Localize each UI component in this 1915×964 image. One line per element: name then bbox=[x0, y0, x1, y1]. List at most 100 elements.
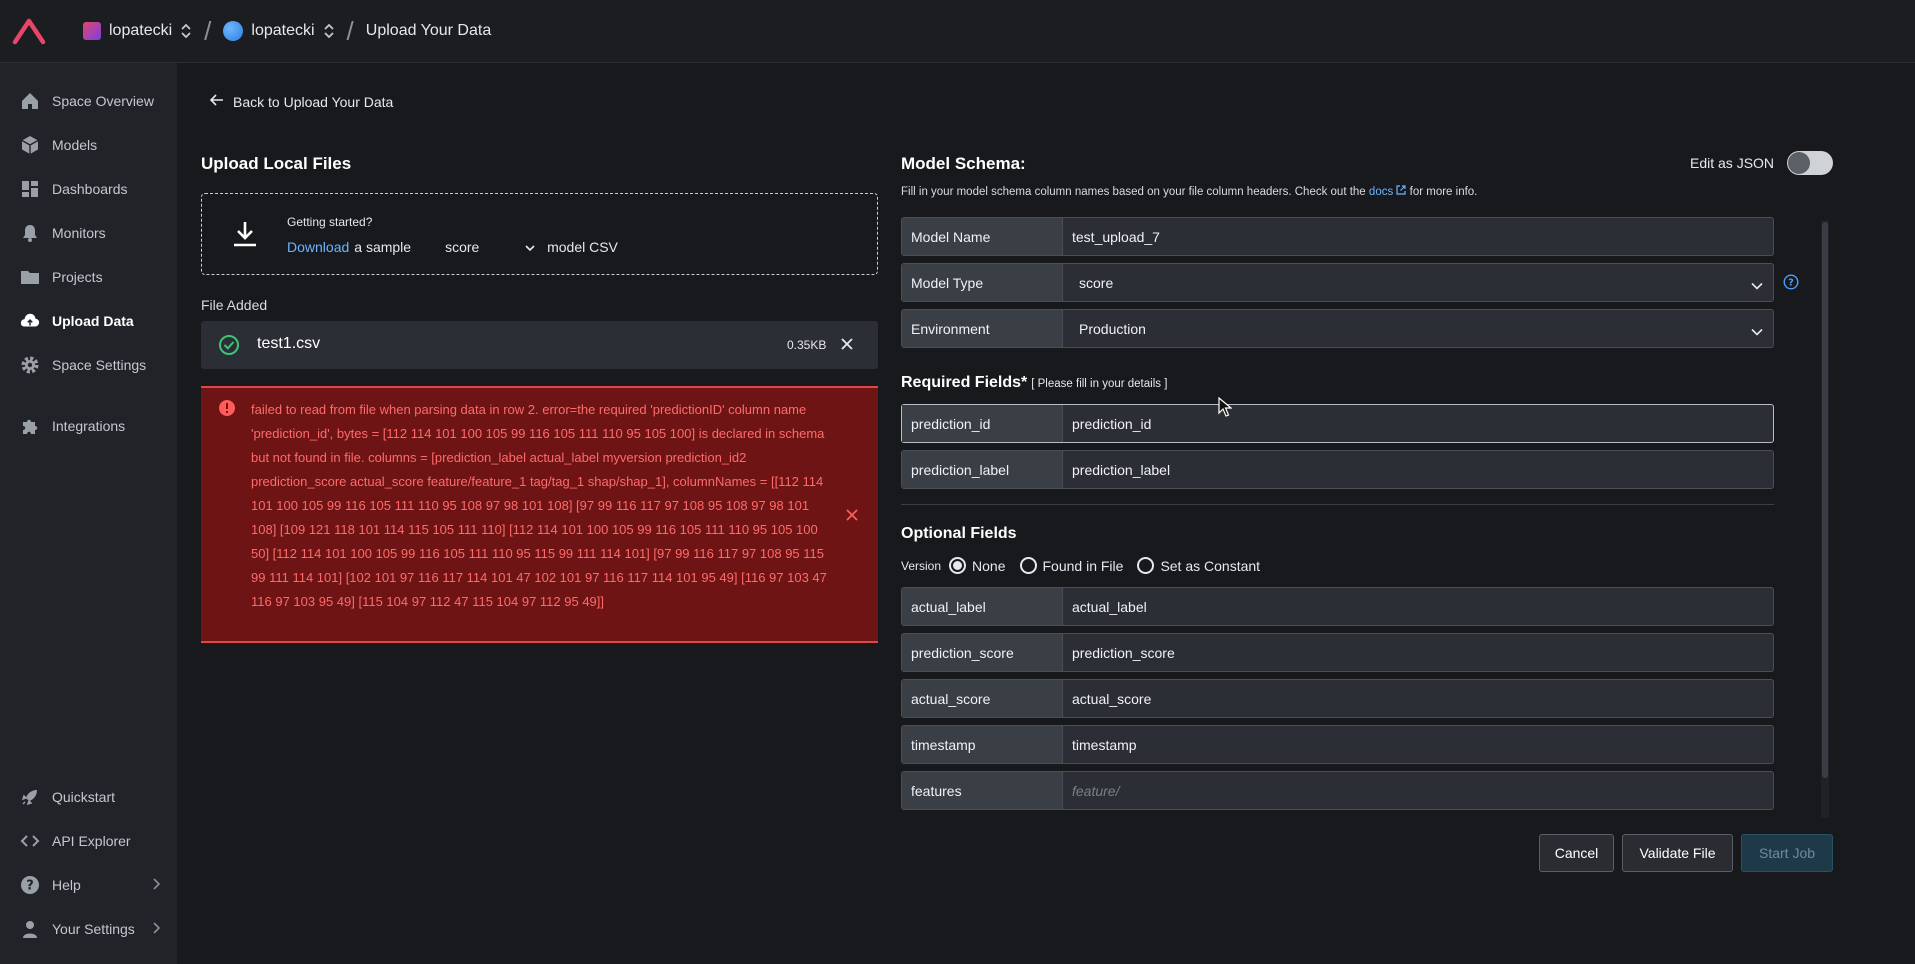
section-divider bbox=[901, 504, 1774, 505]
field-label: Model Type bbox=[902, 264, 1063, 301]
cancel-button[interactable]: Cancel bbox=[1539, 834, 1614, 872]
sidebar-item-label: Space Settings bbox=[52, 357, 147, 373]
prediction-label-input[interactable]: prediction_label bbox=[1063, 451, 1773, 488]
sample-type-select[interactable]: score bbox=[445, 239, 535, 255]
file-name: test1.csv bbox=[257, 335, 321, 352]
actual-score-input[interactable]: actual_score bbox=[1063, 680, 1773, 717]
model-name-field: Model Name test_upload_7 bbox=[901, 217, 1774, 256]
bell-icon bbox=[20, 223, 40, 243]
sidebar-item-label: Dashboards bbox=[52, 181, 128, 197]
dashboard-icon bbox=[20, 179, 40, 199]
arrow-left-icon bbox=[209, 93, 225, 110]
back-link-label: Back to Upload Your Data bbox=[233, 93, 394, 110]
schema-description: Fill in your model schema column names b… bbox=[901, 185, 1477, 198]
back-link[interactable]: Back to Upload Your Data bbox=[209, 93, 393, 110]
svg-text:?: ? bbox=[26, 879, 34, 894]
sidebar-item-upload-data[interactable]: Upload Data bbox=[0, 301, 177, 341]
page-breadcrumb: Upload Your Data bbox=[365, 22, 492, 39]
timestamp-field: timestamp timestamp bbox=[901, 725, 1774, 764]
model-type-field: Model Type score bbox=[901, 263, 1774, 302]
field-label: features bbox=[902, 772, 1063, 809]
download-link[interactable]: Download bbox=[287, 239, 349, 255]
edit-json-toggle[interactable] bbox=[1787, 151, 1833, 175]
updown-chevron-icon bbox=[180, 22, 192, 40]
radio-circle bbox=[1137, 557, 1155, 574]
remove-file-button[interactable] bbox=[839, 336, 855, 355]
timestamp-input[interactable]: timestamp bbox=[1063, 726, 1773, 763]
puzzle-icon bbox=[20, 416, 40, 436]
org-name: lopatecki bbox=[109, 22, 173, 39]
prediction-label-field: prediction_label prediction_label bbox=[901, 450, 1774, 489]
download-icon bbox=[232, 220, 258, 251]
sidebar-item-space-overview[interactable]: Space Overview bbox=[0, 81, 177, 121]
environment-value: Production bbox=[1079, 320, 1146, 337]
cloud-upload-icon bbox=[20, 311, 40, 331]
close-error-button[interactable] bbox=[844, 507, 860, 526]
field-label: timestamp bbox=[902, 726, 1063, 763]
sidebar-item-label: Models bbox=[52, 137, 98, 153]
sidebar-item-help[interactable]: ? Help bbox=[0, 865, 177, 905]
help-circle-icon[interactable]: ? bbox=[1783, 274, 1799, 293]
sidebar-item-api-explorer[interactable]: API Explorer bbox=[0, 821, 177, 861]
prediction-id-field: prediction_id prediction_id bbox=[901, 404, 1774, 443]
scrollbar-thumb[interactable] bbox=[1822, 222, 1828, 778]
gear-icon bbox=[20, 355, 40, 375]
model-type-value: score bbox=[1079, 274, 1114, 291]
edit-json-label: Edit as JSON bbox=[1690, 155, 1775, 171]
actual-label-input[interactable]: actual_label bbox=[1063, 588, 1773, 625]
validate-file-button[interactable]: Validate File bbox=[1622, 834, 1733, 872]
environment-select[interactable]: Production bbox=[1063, 310, 1773, 347]
folder-icon bbox=[20, 267, 40, 287]
org-switcher[interactable]: lopatecki bbox=[83, 22, 192, 40]
sidebar-item-monitors[interactable]: Monitors bbox=[0, 213, 177, 253]
prediction-id-input[interactable]: prediction_id bbox=[1063, 405, 1773, 442]
sample-type-value: score bbox=[445, 239, 480, 255]
download-text: a sample bbox=[354, 239, 412, 255]
sidebar-item-integrations[interactable]: Integrations bbox=[0, 406, 177, 446]
environment-field: Environment Production bbox=[901, 309, 1774, 348]
prediction-score-input[interactable]: prediction_score bbox=[1063, 634, 1773, 671]
sidebar-item-space-settings[interactable]: Space Settings bbox=[0, 345, 177, 385]
chevron-down-icon bbox=[1751, 277, 1763, 293]
required-title-text: Required Fields* bbox=[901, 374, 1028, 391]
required-fields-hint: [ Please fill in your details ] bbox=[1031, 378, 1168, 390]
app-logo[interactable] bbox=[0, 0, 58, 63]
mouse-cursor-icon bbox=[1218, 396, 1233, 420]
breadcrumb-separator: / bbox=[346, 15, 354, 46]
sidebar-item-dashboards[interactable]: Dashboards bbox=[0, 169, 177, 209]
docs-link[interactable]: docs bbox=[1369, 185, 1407, 198]
start-job-button[interactable]: Start Job bbox=[1741, 834, 1833, 872]
sidebar-item-projects[interactable]: Projects bbox=[0, 257, 177, 297]
features-input[interactable]: feature/ bbox=[1063, 772, 1773, 809]
version-radio-set-as-constant[interactable]: Set as Constant bbox=[1137, 557, 1260, 574]
radio-label: None bbox=[972, 557, 1006, 574]
space-switcher[interactable]: lopatecki bbox=[223, 21, 334, 41]
model-name-input[interactable]: test_upload_7 bbox=[1063, 218, 1773, 255]
sidebar-item-label: Quickstart bbox=[52, 789, 116, 805]
sidebar-item-label: Upload Data bbox=[52, 313, 134, 329]
sidebar-item-label: API Explorer bbox=[52, 833, 131, 849]
sidebar-item-your-settings[interactable]: Your Settings bbox=[0, 909, 177, 949]
field-label: prediction_score bbox=[902, 634, 1063, 671]
sidebar-item-models[interactable]: Models bbox=[0, 125, 177, 165]
sidebar-item-label: Your Settings bbox=[52, 921, 135, 937]
field-label: actual_label bbox=[902, 588, 1063, 625]
version-options: Version None Found in File Set as Consta… bbox=[901, 557, 1274, 574]
rocket-icon bbox=[20, 787, 40, 807]
field-label: prediction_label bbox=[902, 451, 1063, 488]
user-icon bbox=[20, 919, 40, 939]
space-name: lopatecki bbox=[251, 22, 315, 39]
chevron-right-icon bbox=[151, 921, 161, 938]
schema-scrollbar[interactable] bbox=[1821, 220, 1829, 818]
optional-fields-title: Optional Fields bbox=[901, 525, 1017, 542]
model-type-select[interactable]: score bbox=[1063, 264, 1773, 301]
svg-text:?: ? bbox=[1788, 278, 1794, 289]
sidebar-item-quickstart[interactable]: Quickstart bbox=[0, 777, 177, 817]
required-fields-title: Required Fields*[ Please fill in your de… bbox=[901, 374, 1167, 392]
error-icon bbox=[218, 399, 236, 420]
version-radio-found-in-file[interactable]: Found in File bbox=[1019, 557, 1123, 574]
model-csv-text: model CSV bbox=[547, 239, 618, 255]
version-radio-none[interactable]: None bbox=[949, 557, 1006, 574]
sidebar-item-label: Projects bbox=[52, 269, 103, 285]
actual-label-field: actual_label actual_label bbox=[901, 587, 1774, 626]
